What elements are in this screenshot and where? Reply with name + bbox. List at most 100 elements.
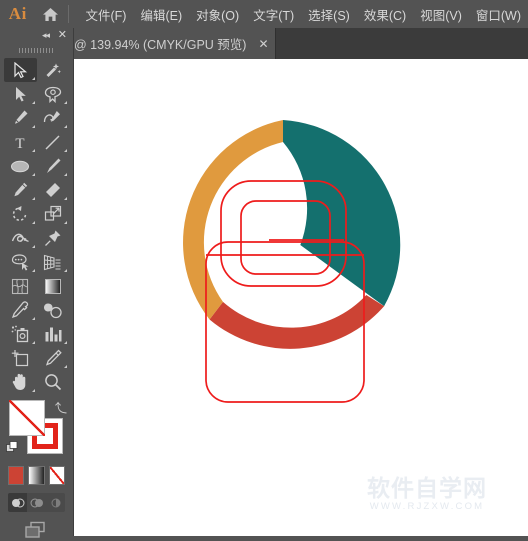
shape-builder-tool[interactable]: [4, 250, 37, 274]
tool-corner-indicator: [64, 341, 67, 344]
free-transform-tool[interactable]: [37, 226, 70, 250]
curvature-tool[interactable]: [37, 106, 70, 130]
watermark: 软件自学网 WWW.RJZXW.COM: [351, 476, 503, 512]
screen-mode-icon: [22, 521, 52, 541]
tool-corner-indicator: [64, 101, 67, 104]
lasso-tool[interactable]: [37, 82, 70, 106]
tool-corner-indicator: [32, 149, 35, 152]
home-icon[interactable]: [36, 0, 66, 28]
color-controls: ⤴: [0, 398, 73, 464]
type-tool[interactable]: T: [4, 130, 37, 154]
color-mode-button[interactable]: [8, 466, 24, 485]
shape-builder-icon: [11, 254, 30, 271]
hand-tool[interactable]: [4, 370, 37, 394]
tool-corner-indicator: [32, 173, 35, 176]
tools-panel-header[interactable]: ◂◂ ✕: [0, 28, 73, 45]
eyedropper-tool[interactable]: [4, 298, 37, 322]
column-graph-tool[interactable]: [37, 322, 70, 346]
menu-window[interactable]: 窗口(W): [469, 1, 528, 28]
tool-corner-indicator: [32, 77, 35, 80]
draw-normal-button[interactable]: [8, 493, 27, 512]
menu-edit[interactable]: 编辑(E): [133, 1, 189, 28]
gradient-mode-button[interactable]: [28, 466, 44, 485]
pen-nib-icon: [11, 109, 29, 127]
drawing-mode-row: [8, 493, 65, 512]
default-fill-stroke-icon[interactable]: [6, 440, 18, 452]
gradient-icon: [44, 278, 62, 295]
menu-bar: Ai 文件(F) 编辑(E) 对象(O) 文字(T) 选择(S) 效果(C) 视…: [0, 0, 528, 28]
draw-normal-icon: [11, 497, 25, 509]
symbol-sprayer-tool[interactable]: [4, 322, 37, 346]
pen-tool[interactable]: [4, 106, 37, 130]
menu-object[interactable]: 对象(O): [189, 1, 246, 28]
scale-tool[interactable]: [37, 202, 70, 226]
illustrator-window: Ai 文件(F) 编辑(E) 对象(O) 文字(T) 选择(S) 效果(C) 视…: [0, 0, 528, 536]
selection-tool[interactable]: [4, 58, 37, 82]
tool-corner-indicator: [64, 173, 67, 176]
segment-teal[interactable]: [283, 120, 400, 306]
close-icon[interactable]: ✕: [58, 28, 67, 41]
tool-corner-indicator: [64, 197, 67, 200]
svg-text:T: T: [16, 136, 25, 151]
width-tool[interactable]: [4, 226, 37, 250]
eraser-tool[interactable]: [37, 178, 70, 202]
watermark-cn: 软件自学网: [351, 476, 503, 500]
segment-orange[interactable]: [183, 120, 283, 319]
ellipse-tool[interactable]: [4, 154, 37, 178]
menu-item-list: 文件(F) 编辑(E) 对象(O) 文字(T) 选择(S) 效果(C) 视图(V…: [79, 1, 528, 28]
paintbrush-tool[interactable]: [37, 154, 70, 178]
direct-selection-tool[interactable]: [4, 82, 37, 106]
magic-wand-tool[interactable]: [37, 58, 70, 82]
collapse-icon[interactable]: ◂◂: [42, 30, 49, 41]
tool-corner-indicator: [32, 341, 35, 344]
panel-drag-handle[interactable]: [0, 45, 73, 56]
tool-corner-indicator: [32, 197, 35, 200]
draw-behind-button[interactable]: [27, 493, 46, 512]
hand-icon: [11, 373, 29, 391]
segment-red[interactable]: [210, 295, 385, 349]
tool-corner-indicator: [32, 317, 35, 320]
width-icon: [11, 230, 30, 247]
draw-inside-icon: [49, 497, 63, 509]
none-mode-button[interactable]: [49, 466, 65, 485]
screen-mode-button[interactable]: [0, 521, 73, 541]
swap-fill-stroke-icon[interactable]: ⤴: [55, 399, 67, 416]
pencil-tool[interactable]: [4, 178, 37, 202]
menu-divider: [68, 5, 69, 23]
direct-cursor-icon: [14, 86, 27, 103]
artboard-canvas[interactable]: 软件自学网 WWW.RJZXW.COM: [73, 59, 528, 536]
menu-effect[interactable]: 效果(C): [357, 1, 413, 28]
zoom-tool[interactable]: [37, 370, 70, 394]
mesh-icon: [11, 278, 29, 295]
perspective-grid-tool[interactable]: [37, 250, 70, 274]
tool-corner-indicator: [64, 365, 67, 368]
line-segment-tool[interactable]: [37, 130, 70, 154]
menu-select[interactable]: 选择(S): [301, 1, 357, 28]
rotate-icon: [11, 205, 29, 223]
tool-corner-indicator: [64, 269, 67, 272]
rotate-tool[interactable]: [4, 202, 37, 226]
line-icon: [44, 134, 61, 151]
close-icon[interactable]: ✕: [257, 38, 269, 50]
draw-inside-button[interactable]: [46, 493, 65, 512]
gradient-tool[interactable]: [37, 274, 70, 298]
artboard-tool[interactable]: [4, 346, 37, 370]
perspective-grid-icon: [43, 254, 62, 271]
slice-tool[interactable]: [37, 346, 70, 370]
tool-corner-indicator: [32, 221, 35, 224]
menu-type[interactable]: 文字(T): [246, 1, 301, 28]
home-icon-glyph: [42, 7, 59, 22]
donut-chart[interactable]: [183, 120, 400, 349]
menu-view[interactable]: 视图(V): [413, 1, 469, 28]
document-tab[interactable]: @ 139.94% (CMYK/GPU 预览) ✕: [64, 28, 276, 59]
default-swatch-glyph: [6, 441, 18, 453]
tool-corner-indicator: [32, 245, 35, 248]
eyedropper-icon: [11, 301, 29, 319]
menu-file[interactable]: 文件(F): [79, 1, 134, 28]
document-tab-bar: @ 139.94% (CMYK/GPU 预览) ✕: [0, 28, 528, 60]
ellipse-icon: [10, 159, 30, 174]
fill-swatch[interactable]: [9, 400, 45, 436]
mesh-tool[interactable]: [4, 274, 37, 298]
tool-corner-indicator: [32, 125, 35, 128]
blend-tool[interactable]: [37, 298, 70, 322]
